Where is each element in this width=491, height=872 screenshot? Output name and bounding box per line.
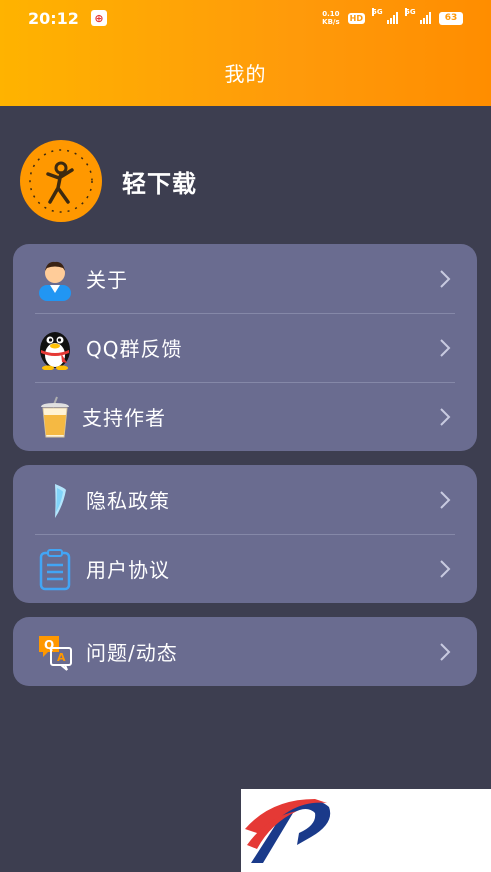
qq-penguin-icon [35,326,75,370]
menu-item-privacy-policy[interactable]: 隐私政策 [13,465,477,534]
menu-item-label: 支持作者 [82,406,166,430]
app-logo-avatar [20,140,102,222]
status-indicators: 0.10 KB/s HD 5G 5G 63 [322,8,463,26]
dancer-icon [29,149,93,213]
menu-item-label: 关于 [86,268,128,292]
status-time: 20:12 [28,8,79,28]
svg-text:Q: Q [44,638,54,652]
signal-icon-2: 5G [405,8,431,24]
page-title: 我的 [224,62,267,86]
qa-chat-icon: Q A [35,630,75,674]
signal-icon: 5G [372,8,398,24]
agreement-clipboard-icon [35,547,75,591]
menu-item-support-author[interactable]: 支持作者 [13,382,477,451]
menu-item-about[interactable]: 关于 [13,244,477,313]
menu-card-1: 关于 QQ群反馈 支持作者 [13,244,477,451]
network-speed: 0.10 KB/s [322,10,340,26]
chevron-right-icon [440,338,451,357]
menu-item-label: 用户协议 [86,558,170,582]
svg-text:A: A [57,651,66,664]
battery-icon: 63 [439,11,463,25]
chevron-right-icon [440,407,451,426]
menu-item-label: QQ群反馈 [86,337,183,361]
menu-card-2: 隐私政策 用户协议 [13,465,477,603]
chevron-right-icon [440,642,451,661]
menu-item-qq-feedback[interactable]: QQ群反馈 [13,313,477,382]
app-name: 轻下载 [122,169,197,198]
watermark-logo [241,789,491,872]
drink-cup-icon [35,395,75,439]
menu-item-label: 隐私政策 [86,489,170,513]
profile-section: 轻下载 [20,140,197,222]
notification-app-icon: ⊕ [90,10,107,26]
watermark-logo-icon [245,799,331,863]
menu-item-label: 问题/动态 [86,641,178,665]
chevron-right-icon [440,490,451,509]
menu-card-3: Q A 问题/动态 [13,617,477,686]
privacy-shield-icon [35,478,75,522]
app-header: 20:12 ⊕ 0.10 KB/s HD 5G 5G 63 我的 [0,0,491,106]
chevron-right-icon [440,269,451,288]
user-icon [35,257,75,301]
status-bar: 20:12 ⊕ 0.10 KB/s HD 5G 5G 63 [0,0,491,36]
chevron-right-icon [440,559,451,578]
hd-icon: HD [347,12,365,24]
menu-item-user-agreement[interactable]: 用户协议 [13,534,477,603]
menu-item-issues-updates[interactable]: Q A 问题/动态 [13,617,477,686]
